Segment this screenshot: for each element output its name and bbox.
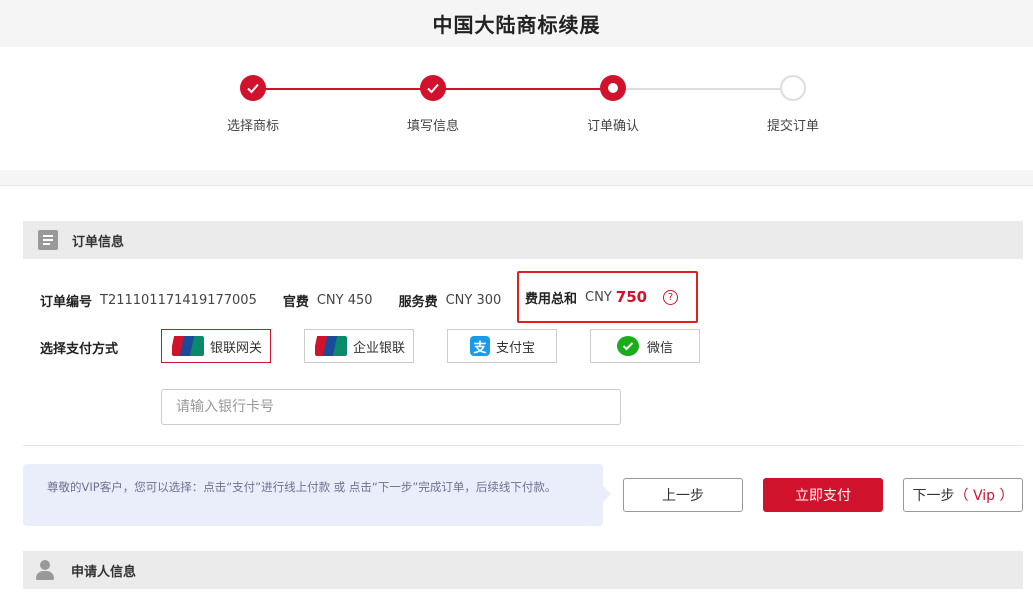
applicant-info-header: 申请人信息	[23, 551, 1023, 589]
total-fee-box: 费用总和 CNY 750 ?	[517, 271, 698, 323]
tip-arrow	[603, 486, 611, 502]
step-fill-info: 填写信息	[373, 75, 493, 134]
step-label: 提交订单	[766, 119, 819, 134]
pending-step-icon	[780, 75, 806, 101]
official-fee-label: 官费	[282, 295, 309, 310]
pay-option-label: 支付宝	[496, 340, 536, 356]
step-submit-order: 提交订单	[733, 75, 853, 134]
wechat-icon	[617, 336, 639, 356]
step-label: 订单确认	[586, 119, 639, 134]
next-step-label: 下一步	[912, 488, 955, 504]
prev-step-button[interactable]: 上一步	[623, 478, 743, 512]
vip-tip: 尊敬的VIP客户，您可以选择：点击“支付”进行线上付款 或 点击“下一步”完成订…	[23, 464, 611, 526]
order-number-value: T211101171419177005	[100, 293, 257, 308]
total-fee-amount: 750	[615, 288, 648, 306]
alipay-icon: 支	[470, 336, 490, 356]
order-number-label: 订单编号	[40, 295, 93, 310]
pay-option-unionpay-gateway[interactable]: 银联网关	[161, 329, 271, 363]
unionpay-icon	[315, 336, 347, 356]
divider	[23, 445, 1023, 446]
next-step-vip-button[interactable]: 下一步（ Vip ）	[903, 478, 1023, 512]
section-gap	[0, 170, 1033, 186]
service-fee-value: CNY 300	[445, 293, 502, 308]
vip-label: （ Vip ）	[954, 488, 1014, 504]
bank-card-input[interactable]	[161, 389, 621, 425]
check-icon	[240, 75, 266, 101]
document-icon	[38, 230, 58, 250]
step-label: 选择商标	[226, 119, 279, 134]
pay-option-label: 企业银联	[353, 340, 406, 356]
help-icon[interactable]: ?	[663, 289, 679, 305]
pay-option-label: 微信	[647, 340, 674, 356]
section-title: 订单信息	[72, 234, 125, 250]
check-icon	[420, 75, 446, 101]
section-title: 申请人信息	[71, 564, 137, 580]
pay-option-wechat[interactable]: 微信	[590, 329, 700, 363]
vip-tip-text: 尊敬的VIP客户，您可以选择：点击“支付”进行线上付款 或 点击“下一步”完成订…	[47, 480, 557, 494]
progress-steps: 选择商标 填写信息 订单确认 提交订单	[0, 47, 1033, 170]
page-title: 中国大陆商标续展	[432, 13, 601, 37]
unionpay-icon	[172, 336, 204, 356]
total-fee-currency: CNY	[585, 289, 612, 305]
step-label: 填写信息	[406, 119, 459, 134]
main-content: 订单信息 订单编号 T211101171419177005 官费 CNY 450…	[0, 186, 1033, 599]
pay-option-label: 银联网关	[210, 340, 263, 356]
user-icon	[35, 560, 55, 580]
pay-now-button[interactable]: 立即支付	[763, 478, 883, 512]
pay-option-enterprise-unionpay[interactable]: 企业银联	[304, 329, 414, 363]
order-info-header: 订单信息	[23, 221, 1023, 259]
step-order-confirm: 订单确认	[553, 75, 673, 134]
total-fee-label: 费用总和	[525, 291, 578, 307]
service-fee-label: 服务费	[398, 295, 438, 310]
payment-method-label: 选择支付方式	[40, 342, 119, 357]
order-details: 订单编号 T211101171419177005 官费 CNY 450 服务费 …	[40, 291, 501, 310]
pay-option-alipay[interactable]: 支 支付宝	[447, 329, 557, 363]
official-fee-value: CNY 450	[316, 293, 373, 308]
step-select-trademark: 选择商标	[193, 75, 313, 134]
current-step-icon	[600, 75, 626, 101]
page-header: 中国大陆商标续展	[0, 0, 1033, 47]
